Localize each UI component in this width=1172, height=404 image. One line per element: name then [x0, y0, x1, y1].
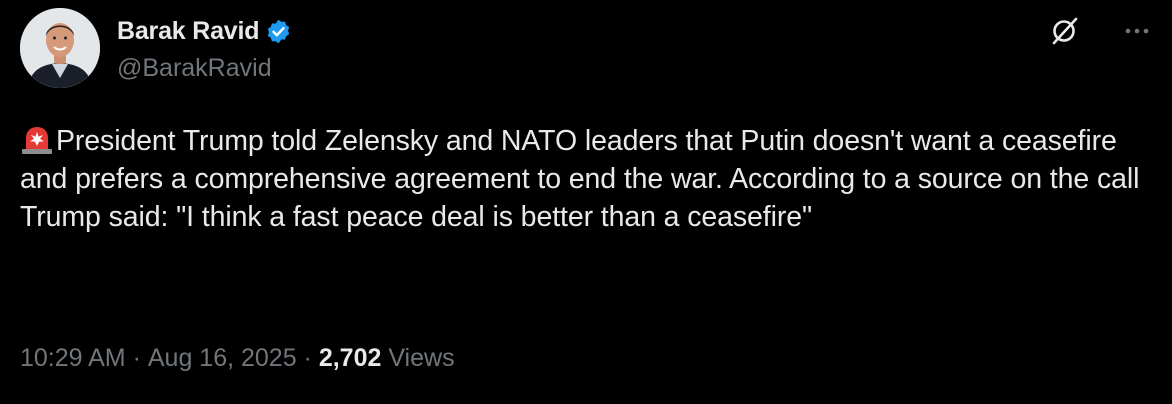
views-count[interactable]: 2,702	[319, 344, 382, 373]
tweet-actions-top	[1050, 16, 1150, 46]
grok-icon[interactable]	[1050, 16, 1080, 46]
author-info: Barak Ravid @BarakRavid	[117, 14, 292, 83]
author-handle[interactable]: @BarakRavid	[117, 54, 292, 83]
name-row: Barak Ravid	[117, 14, 292, 48]
tweet-header: Barak Ravid @BarakRavid	[20, 8, 292, 88]
tweet-body: President Trump told Zelensky and NATO l…	[20, 125, 1140, 233]
tweet-card: Barak Ravid @BarakRavid President Trump …	[0, 0, 1172, 404]
avatar[interactable]	[20, 8, 100, 88]
verified-badge-icon[interactable]	[265, 18, 292, 45]
avatar-image	[20, 8, 100, 88]
police-siren-emoji	[20, 124, 54, 154]
meta-separator-2: ·	[296, 344, 319, 372]
views-label: Views	[381, 344, 455, 372]
tweet-text: President Trump told Zelensky and NATO l…	[20, 122, 1155, 236]
tweet-date[interactable]: Aug 16, 2025	[148, 344, 297, 373]
more-options-icon[interactable]	[1124, 18, 1150, 44]
meta-separator: ·	[125, 344, 148, 372]
tweet-meta: 10:29 AM · Aug 16, 2025 · 2,702 Views	[20, 344, 455, 373]
tweet-time[interactable]: 10:29 AM	[20, 344, 126, 373]
display-name[interactable]: Barak Ravid	[117, 17, 260, 46]
